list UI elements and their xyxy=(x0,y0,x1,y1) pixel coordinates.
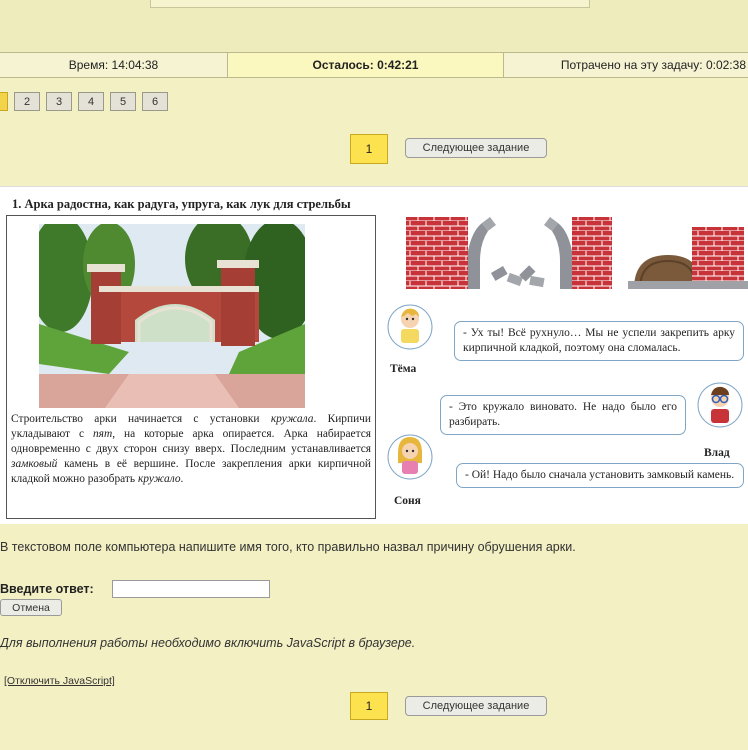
tab-4[interactable]: 4 xyxy=(78,92,104,111)
tab-2[interactable]: 2 xyxy=(14,92,40,111)
time-spent: Потрачено на эту задачу: 0:02:38 xyxy=(560,58,746,72)
term-kruzhalo: кружала xyxy=(270,413,314,425)
task-panel: 1. Арка радостна, как радуга, упруга, ка… xyxy=(0,186,748,524)
sonya-name: Соня xyxy=(394,495,421,507)
sonya-avatar xyxy=(386,431,434,487)
question-text: В текстовом поле компьютера напишите имя… xyxy=(0,540,576,554)
text-part: Строительство арки начинается с установк… xyxy=(11,413,271,425)
task-text: Строительство арки начинается с установк… xyxy=(11,412,371,487)
task-nav-bottom: 1 Следующее задание xyxy=(0,692,748,722)
current-time: Время: 14:04:38 xyxy=(0,53,228,77)
collapsed-arch-illustration xyxy=(402,211,748,295)
vlad-name: Влад xyxy=(704,447,730,459)
time-remaining: Осталось: 0:42:21 xyxy=(228,53,504,77)
term-kruzhalo: кружало xyxy=(137,473,181,485)
status-bar: Время: 14:04:38 Осталось: 0:42:21 Потрач… xyxy=(0,52,748,78)
current-task-number[interactable]: 1 xyxy=(350,134,388,164)
tab-5[interactable]: 5 xyxy=(110,92,136,111)
text-part: камень в её вершине. После закрепления а… xyxy=(11,458,371,485)
tab-current[interactable] xyxy=(0,92,8,111)
answer-label: Введите ответ: xyxy=(0,582,94,596)
answer-input[interactable] xyxy=(112,580,270,598)
tema-avatar xyxy=(386,301,434,357)
tema-name: Тёма xyxy=(390,363,417,375)
term-zamkovy: замковый xyxy=(11,458,58,470)
next-task-button[interactable]: Следующее задание xyxy=(405,696,547,716)
cancel-button[interactable]: Отмена xyxy=(0,599,62,616)
sonya-speech: - Ой! Надо было сначала установить замко… xyxy=(456,463,744,488)
vlad-avatar xyxy=(696,379,744,435)
disable-javascript-link[interactable]: [Отключить JavaScript] xyxy=(4,675,115,687)
text-part: . xyxy=(180,473,184,485)
task-nav-top: 1 Следующее задание xyxy=(0,134,748,164)
cropped-header-box xyxy=(150,0,590,8)
task-text-box: Строительство арки начинается с установк… xyxy=(6,215,376,519)
vlad-speech: - Это кружало виновато. Не надо было его… xyxy=(440,395,686,435)
tab-3[interactable]: 3 xyxy=(46,92,72,111)
next-task-button[interactable]: Следующее задание xyxy=(405,138,547,158)
term-pyaty: пят xyxy=(92,428,113,440)
tema-speech: - Ух ты! Всё рухнуло… Мы не успели закре… xyxy=(454,321,744,361)
tab-6[interactable]: 6 xyxy=(142,92,168,111)
task-tabs: 2 3 4 5 6 xyxy=(0,92,168,111)
arch-photo xyxy=(39,224,305,408)
task-title: 1. Арка радостна, как радуга, упруга, ка… xyxy=(12,197,351,211)
current-task-number[interactable]: 1 xyxy=(350,692,388,720)
top-strip xyxy=(0,0,748,52)
javascript-notice: Для выполнения работы необходимо включит… xyxy=(0,636,416,650)
